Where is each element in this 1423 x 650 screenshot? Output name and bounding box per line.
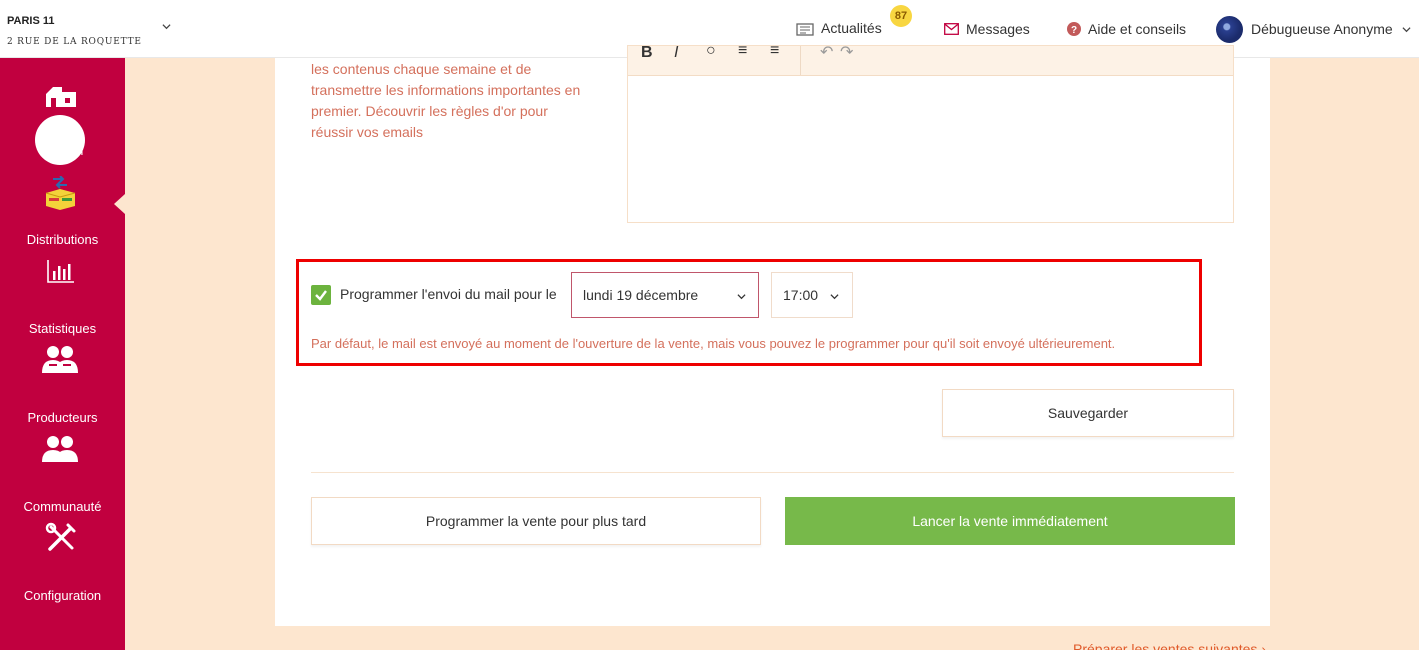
tools-icon xyxy=(45,522,76,551)
email-help-text: les contenus chaque semaine et de transm… xyxy=(311,61,581,140)
svg-text:?: ? xyxy=(1071,25,1077,36)
schedule-email-note: Par défaut, le mail est envoyé au moment… xyxy=(311,336,1116,351)
schedule-time-value: 17:00 xyxy=(783,287,819,303)
chevron-down-icon xyxy=(830,294,839,300)
section-divider xyxy=(311,472,1234,473)
schedule-date-select[interactable]: lundi 19 décembre xyxy=(571,272,759,318)
bullet-list-icon[interactable]: ≡ xyxy=(738,46,747,60)
italic-icon[interactable]: I xyxy=(674,46,678,62)
chevron-down-icon[interactable] xyxy=(162,22,171,31)
newspaper-icon xyxy=(796,23,814,36)
community-icon xyxy=(42,436,78,462)
redo-icon[interactable]: ↷ xyxy=(840,46,853,62)
save-button[interactable]: Sauvegarder xyxy=(942,389,1234,437)
news-count-badge: 87 xyxy=(890,5,912,27)
schedule-sale-button[interactable]: Programmer la vente pour plus tard xyxy=(311,497,761,545)
undo-icon[interactable]: ↶ xyxy=(820,46,833,62)
schedule-email-checkbox[interactable] xyxy=(311,285,331,305)
numbered-list-icon[interactable]: ≡ xyxy=(770,46,779,60)
email-editor[interactable]: B I ○ ≡ ≡ ↶ ↷ xyxy=(627,45,1234,223)
avatar xyxy=(1216,15,1243,43)
user-menu[interactable]: Débugueuse Anonyme xyxy=(1216,0,1418,58)
location-selector[interactable]: PARIS 11 2 RUE DE LA ROQUETTE xyxy=(7,15,142,47)
toolbar-separator xyxy=(800,46,801,75)
location-address: 2 RUE DE LA ROQUETTE xyxy=(7,37,142,47)
sidebar-item-label: Configuration xyxy=(23,588,102,603)
sidebar-item-producteurs[interactable]: Producteurs xyxy=(0,331,125,425)
schedule-date-value: lundi 19 décembre xyxy=(583,287,699,303)
news-label: Actualités xyxy=(821,19,882,36)
producers-icon xyxy=(42,346,78,373)
link-icon[interactable]: ○ xyxy=(706,46,716,60)
chart-icon xyxy=(47,260,74,283)
envelope-icon xyxy=(944,23,959,35)
bold-icon[interactable]: B xyxy=(641,46,653,62)
sidebar-item-communaute[interactable]: Communauté xyxy=(0,420,125,514)
check-icon xyxy=(315,290,327,301)
next-sales-link[interactable]: Préparer les ventes suivantes › xyxy=(1073,641,1266,650)
home-icon xyxy=(46,87,76,107)
scrollbar-track[interactable] xyxy=(1419,0,1423,650)
help-label: Aide et conseils xyxy=(1088,21,1187,37)
schedule-time-select[interactable]: 17:00 xyxy=(771,272,853,318)
schedule-email-label: Programmer l'envoi du mail pour le xyxy=(340,286,557,302)
editor-toolbar: B I ○ ≡ ≡ ↶ ↷ xyxy=(628,46,1233,76)
sidebar-item-statistiques[interactable]: Statistiques xyxy=(0,242,125,336)
sidebar-item-accueil[interactable]: Accueil xyxy=(0,64,125,158)
user-name: Débugueuse Anonyme xyxy=(1251,21,1393,37)
chevron-down-icon xyxy=(1402,26,1411,32)
launch-sale-button[interactable]: Lancer la vente immédiatement xyxy=(785,497,1235,545)
question-icon: ? xyxy=(1067,22,1081,36)
distributions-icon xyxy=(45,176,76,210)
location-name: PARIS 11 xyxy=(7,15,55,27)
messages-label: Messages xyxy=(966,21,1030,37)
sidebar-item-configuration[interactable]: Configuration xyxy=(0,509,125,603)
sidebar-item-distributions[interactable]: Distributions xyxy=(0,153,125,247)
chevron-down-icon xyxy=(737,294,746,300)
